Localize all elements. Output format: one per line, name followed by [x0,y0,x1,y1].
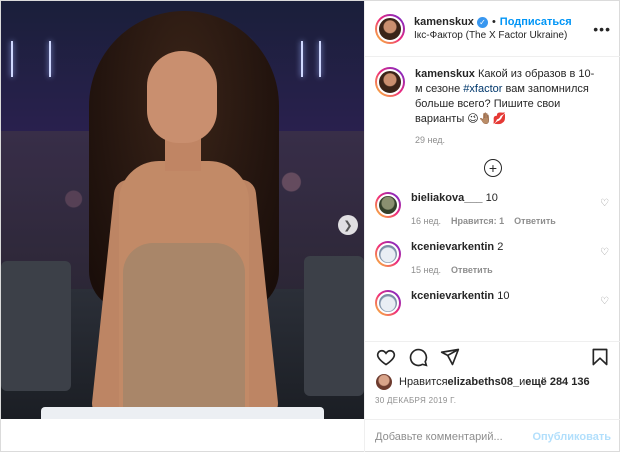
post-sidebar: kamenskux ✓ • Подписаться Ікс-Фактор (Th… [364,1,620,452]
comment-icon[interactable] [407,346,429,368]
likes-summary: Нравится elizabeths08_ и ещё 284 136 [375,373,615,391]
caption: kamenskux Какой из образов в 10-м сезоне… [375,67,611,127]
chair-left [1,261,71,391]
stage-light [319,41,321,77]
likes-count[interactable]: ещё 284 136 [525,376,589,388]
plus-circle-icon[interactable]: + [484,159,502,177]
stage-light [49,41,51,77]
comment-time[interactable]: 16 нед. [411,216,441,226]
avatar[interactable] [375,192,401,218]
comment-time[interactable]: 15 нед. [411,265,441,275]
post-header: kamenskux ✓ • Подписаться Ікс-Фактор (Th… [365,1,620,57]
add-comment-form: Опубликовать [365,419,620,452]
face [147,51,217,143]
heart-icon[interactable]: ♡ [600,198,609,209]
caption-timestamp[interactable]: 29 нед. [415,135,611,145]
paper-plane-icon[interactable] [439,346,461,368]
verified-badge-icon: ✓ [476,16,488,28]
caption-username[interactable]: kamenskux [415,68,475,80]
comments-list[interactable]: kamenskux Какой из образов в 10-м сезоне… [365,58,620,338]
avatar[interactable] [375,290,401,316]
action-bar [365,341,620,371]
chevron-right-icon[interactable]: ❯ [338,215,358,235]
comment-username[interactable]: bieliakova___ [411,192,483,204]
comment-item: bieliakova___ 10 16 нед. Нравится: 1 Отв… [375,192,611,226]
reply-button[interactable]: Ответить [514,216,556,226]
heart-icon[interactable]: ♡ [600,296,609,307]
person [89,11,280,419]
hashtag-link[interactable]: #xfactor [463,83,502,95]
heart-icon[interactable]: ♡ [600,247,609,258]
header-username[interactable]: kamenskux [414,16,474,28]
chair-right [304,256,364,396]
comment-text: 10 [485,192,498,204]
avatar[interactable] [375,67,405,97]
separator-dot: • [491,16,496,28]
post-photo[interactable]: ❯ [1,1,364,419]
comment-text: 2 [497,241,504,253]
comment-likes[interactable]: Нравится: 1 [451,216,504,226]
comment-input[interactable] [375,430,533,443]
bookmark-icon[interactable] [589,346,611,368]
publish-button[interactable]: Опубликовать [532,431,611,443]
follow-button[interactable]: Подписаться [500,16,572,28]
reply-button[interactable]: Ответить [451,265,493,275]
location-link[interactable]: Ікс-Фактор (The X Factor Ukraine) [414,30,593,41]
comment-username[interactable]: kcenievarkentin [411,290,494,302]
comment-text: 10 [497,290,510,302]
stage-light [301,41,303,77]
post-dialog: ❯ kamenskux ✓ • Подписаться Ікс-Фактор (… [0,0,620,452]
comment-username[interactable]: kcenievarkentin [411,241,494,253]
stage-light [11,41,13,77]
avatar[interactable] [375,241,401,267]
comment-item: kcenievarkentin 10 ♡ [375,290,611,316]
comment-item: kcenievarkentin 2 15 нед. Ответить ♡ [375,241,611,275]
likes-prefix: Нравится [399,376,448,388]
avatar[interactable] [375,373,393,391]
heart-icon[interactable] [375,346,397,368]
dress [123,243,245,419]
post-date[interactable]: 30 ДЕКАБРЯ 2019 Г. [375,396,456,405]
more-options-icon[interactable]: ••• [593,21,611,37]
likes-user[interactable]: elizabeths08_ [448,376,520,388]
avatar[interactable] [375,13,405,44]
desk-surface [41,407,324,419]
